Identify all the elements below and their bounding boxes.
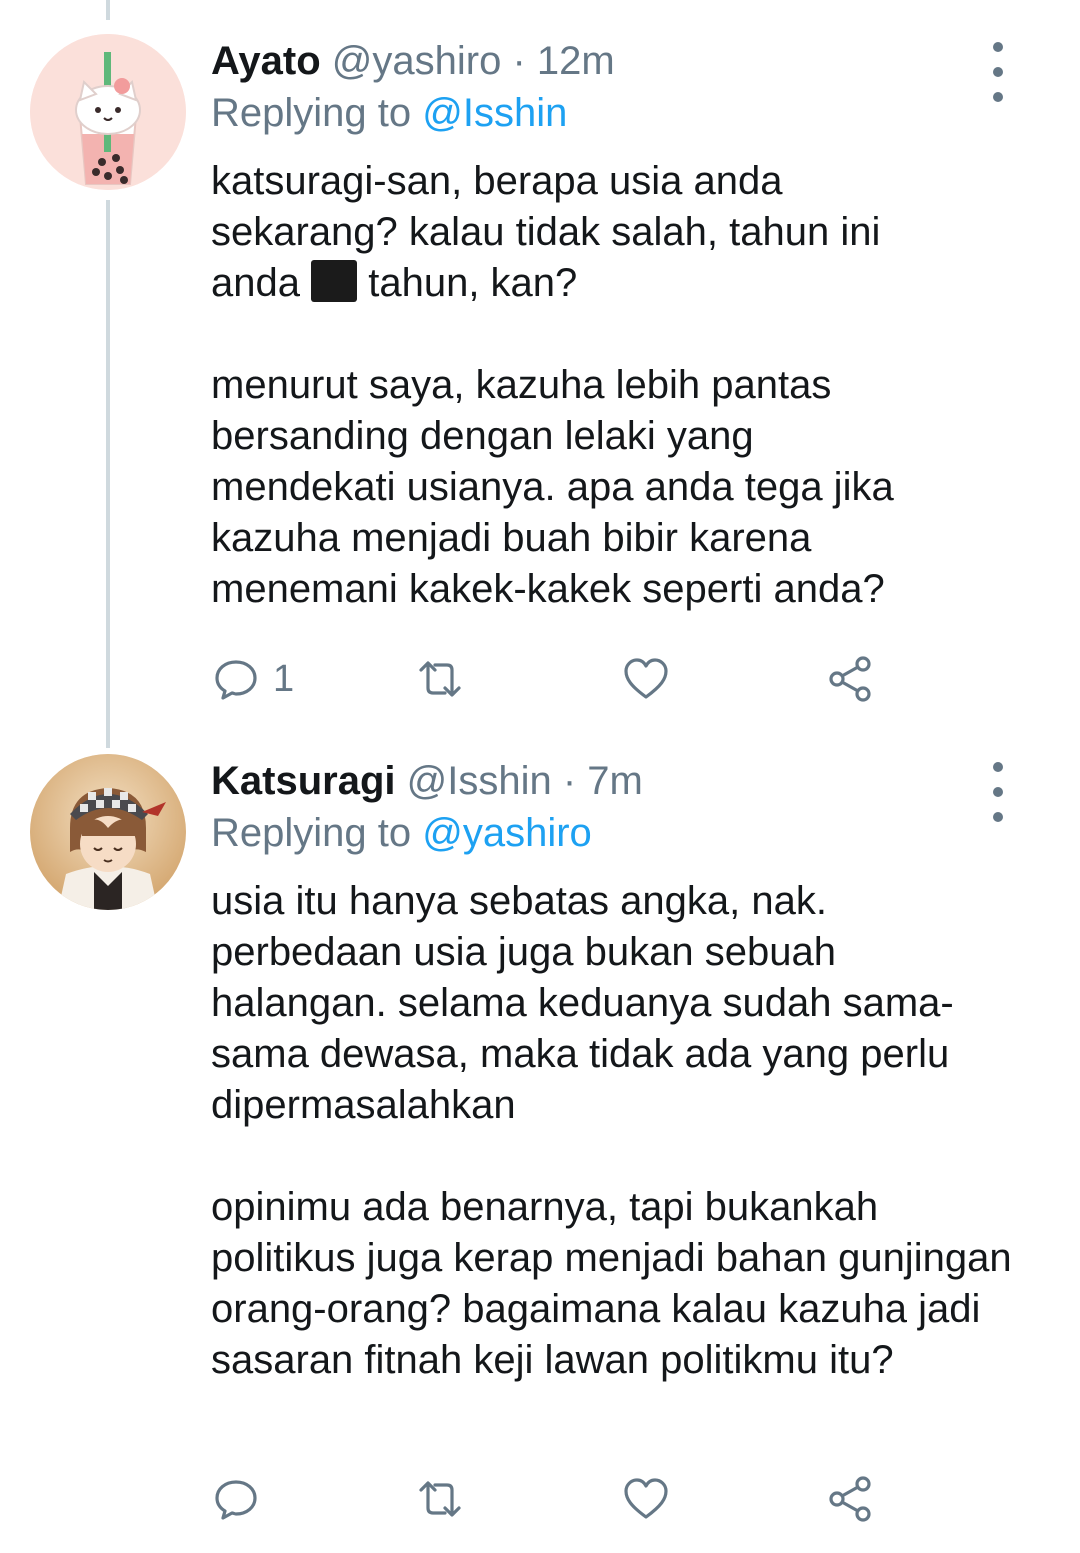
tweet-header: Ayato @yashiro · 12m	[211, 36, 615, 86]
tweet[interactable]: Ayato @yashiro · 12m Replying to @Isshin…	[0, 0, 1080, 740]
replying-to: Replying to @Isshin	[211, 88, 567, 138]
tweet-actions: 1	[211, 654, 931, 704]
timestamp[interactable]: · 12m	[512, 39, 614, 83]
retweet-icon	[419, 661, 461, 697]
replying-prefix: Replying to	[211, 811, 412, 855]
reply-count: 1	[273, 657, 295, 700]
tweet[interactable]: Katsuragi @Isshin · 7m Replying to @yash…	[0, 740, 1080, 1553]
tweet-paragraph: opinimu ada benarnya, tapi bukankah poli…	[211, 1185, 1012, 1382]
anime-character-avatar-icon	[30, 754, 186, 910]
share-icon	[829, 1476, 871, 1522]
display-name[interactable]: Ayato	[211, 39, 321, 83]
tweet-actions	[211, 1474, 931, 1524]
timestamp[interactable]: · 7m	[563, 759, 643, 803]
retweet-button[interactable]	[415, 1474, 465, 1524]
share-button[interactable]	[825, 1474, 875, 1524]
tweet-text-part: tahun, kan?	[368, 261, 578, 305]
avatar[interactable]	[30, 754, 186, 910]
reply-button[interactable]	[211, 1474, 273, 1524]
tweet-header: Katsuragi @Isshin · 7m	[211, 756, 643, 806]
like-icon	[624, 1478, 668, 1519]
user-handle[interactable]: @yashiro	[332, 39, 502, 83]
share-icon	[829, 656, 871, 702]
mention-link[interactable]: @Isshin	[422, 91, 567, 135]
replying-prefix: Replying to	[211, 91, 412, 135]
tweet-text: katsuragi-san, berapa usia anda sekarang…	[211, 156, 931, 615]
display-name[interactable]: Katsuragi	[211, 759, 396, 803]
more-options-icon[interactable]	[980, 762, 1016, 822]
tweet-paragraph: katsuragi-san, berapa usia anda sekarang…	[211, 156, 931, 309]
reply-button[interactable]: 1	[211, 654, 294, 704]
user-handle[interactable]: @Isshin	[407, 759, 552, 803]
like-button[interactable]	[621, 1474, 671, 1524]
tweet-paragraph: usia itu hanya sebatas angka, nak. perbe…	[211, 879, 954, 1127]
bubble-tea-cat-avatar-icon	[30, 34, 186, 190]
reply-icon	[215, 660, 257, 700]
like-button[interactable]	[621, 654, 671, 704]
like-icon	[624, 658, 668, 699]
share-button[interactable]	[825, 654, 875, 704]
retweet-icon	[419, 1481, 461, 1517]
redacted-block	[311, 260, 358, 302]
retweet-button[interactable]	[415, 654, 465, 704]
reply-icon	[215, 1480, 257, 1520]
more-options-icon[interactable]	[980, 42, 1016, 102]
tweet-text: usia itu hanya sebatas angka, nak. perbe…	[211, 876, 1021, 1386]
avatar[interactable]	[30, 34, 186, 190]
mention-link[interactable]: @yashiro	[422, 811, 592, 855]
replying-to: Replying to @yashiro	[211, 808, 592, 858]
tweet-paragraph: menurut saya, kazuha lebih pantas bersan…	[211, 363, 894, 611]
